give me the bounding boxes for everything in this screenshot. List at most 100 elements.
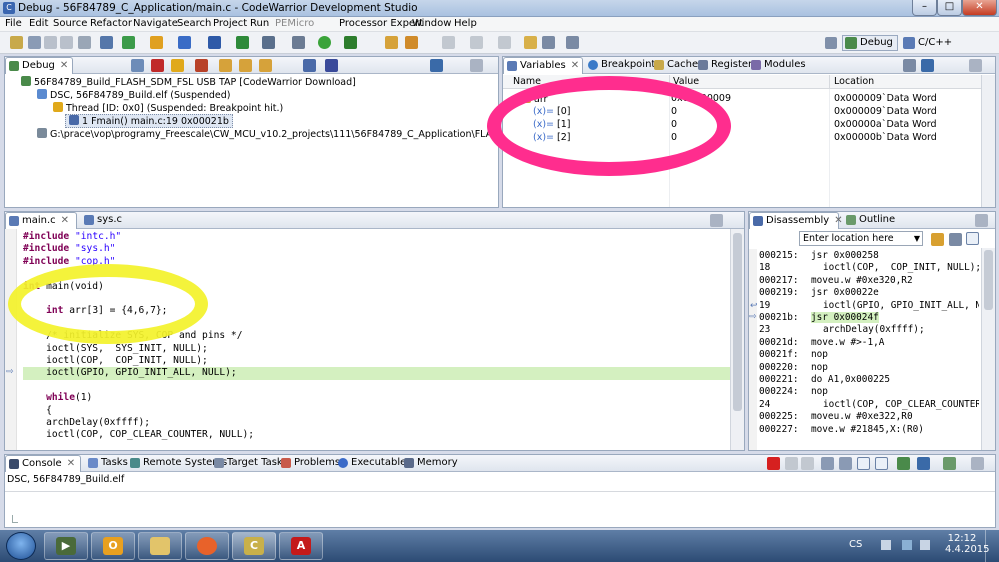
chevron-down-icon[interactable]: ▼ [914,232,920,245]
link-source-icon[interactable] [949,233,962,246]
save-icon[interactable] [28,36,41,49]
open-type-icon[interactable] [385,36,398,49]
flash-icon[interactable] [178,36,191,49]
disassembly-line[interactable]: 000221: do A1,0x000225 [759,374,979,386]
clear-console-icon[interactable] [821,457,834,470]
disassembly-line[interactable]: 24 ioctl(COP, COP_CLEAR_COUNTER, NULL); [759,399,979,411]
taskbar-terminal[interactable]: ▶ [44,532,88,560]
menu-run[interactable]: Run [250,18,269,29]
terminate-icon[interactable] [767,457,780,470]
remove-all-icon[interactable] [801,457,814,470]
minimize-view-icon[interactable] [969,59,982,72]
disconnect-icon[interactable] [195,59,208,72]
code-line[interactable]: while(1) [23,392,731,404]
suspend-icon[interactable] [171,59,184,72]
disassembly-line[interactable]: 00021f: nop [759,349,979,361]
memory-icon[interactable] [236,36,249,49]
refresh-icon[interactable] [100,36,113,49]
tab-variables[interactable]: Variables ✕ [503,57,583,74]
prev-annotation-icon[interactable] [498,36,511,49]
disassembly-line[interactable]: 00021d: move.w #>-1,A [759,337,979,349]
tree-item-thread[interactable]: Thread [ID: 0x0] (Suspended: Breakpoint … [53,102,283,114]
show-stdout-icon[interactable] [857,457,870,470]
perspective-debug[interactable]: Debug [842,35,898,51]
editor-gutter[interactable] [5,229,17,450]
menu-refactor[interactable]: Refactor [90,18,132,29]
print-icon[interactable] [60,36,73,49]
disassembly-line[interactable]: 19 ioctl(GPIO, GPIO_INIT_ALL, NULL); [759,300,979,312]
tab-console[interactable]: Console ✕ [5,455,81,472]
menu-help[interactable]: Help [454,18,477,29]
close-icon[interactable]: ✕ [834,215,842,226]
menu-processor-expert[interactable]: Processor Expert [339,18,423,29]
disassembly-line[interactable]: 000217: moveu.w #0xe320,R2 [759,275,979,287]
close-icon[interactable]: ✕ [67,458,75,469]
menu-file[interactable]: File [5,18,22,29]
tab-tasks[interactable]: Tasks [85,455,132,472]
tab-disassembly[interactable]: Disassembly ✕ [749,212,843,229]
close-icon[interactable]: ✕ [61,215,69,226]
disassembly-gutter[interactable] [749,249,757,450]
disassembly-line[interactable]: 000227: move.w #21845,X:(R0) [759,424,979,436]
minimize-button[interactable]: – [912,0,937,16]
expand-icon[interactable] [921,59,934,72]
disassembly-area[interactable]: 000215: jsr 0x000258 18 ioctl(COP, COP_INIT… [759,250,979,450]
save-all-icon[interactable] [44,36,57,49]
minimize-view-icon[interactable] [710,214,723,227]
code-line[interactable]: #include "sys.h" [23,243,731,255]
network-icon[interactable] [902,540,912,550]
remove-launch-icon[interactable] [785,457,798,470]
minimize-view-icon[interactable] [975,214,988,227]
minimize-view-icon[interactable] [470,59,483,72]
column-location[interactable]: Location [834,76,874,87]
show-stderr-icon[interactable] [875,457,888,470]
tab-memory[interactable]: Memory [401,455,462,472]
tray-arrow-icon[interactable] [881,540,891,550]
location-input[interactable]: Enter location here ▼ [799,231,923,246]
tree-item-stack-frame[interactable]: 1 Fmain() main.c:19 0x00021b [65,114,233,128]
binary-icon[interactable] [208,36,221,49]
volume-icon[interactable] [920,540,930,550]
copy-icon[interactable] [78,36,91,49]
tab-main-c[interactable]: main.c ✕ [5,212,77,229]
open-console-icon[interactable] [943,457,956,470]
menu-source[interactable]: Source [53,18,87,29]
disassembly-line[interactable]: 000219: jsr 0x00022e [759,287,979,299]
resume-icon[interactable] [131,59,144,72]
menu-pemicro[interactable]: PEMicro [275,18,314,29]
go-location-icon[interactable] [931,233,944,246]
menu-navigate[interactable]: Navigate [133,18,178,29]
new-icon[interactable] [10,36,23,49]
debug-settings-icon[interactable] [292,36,305,49]
tab-outline[interactable]: Outline [843,212,899,229]
close-button[interactable]: ✕ [962,0,997,16]
show-source-icon[interactable] [966,232,979,245]
taskbar-explorer[interactable] [138,532,182,560]
disassembly-line[interactable]: 000225: moveu.w #0xe322,R0 [759,411,979,423]
code-line[interactable]: ioctl(SYS, SYS_INIT, NULL); [23,343,731,355]
pencil-icon[interactable] [405,36,418,49]
taskbar-acrobat[interactable]: A [279,532,323,560]
language-indicator[interactable]: CS [849,539,862,550]
disassembly-line[interactable]: 000215: jsr 0x000258 [759,250,979,262]
code-line[interactable]: { [23,405,731,417]
close-icon[interactable]: ✕ [60,60,68,71]
menu-project[interactable]: Project [213,18,247,29]
perspective-cpp[interactable]: C/C++ [900,35,952,51]
menu-edit[interactable]: Edit [29,18,48,29]
show-desktop-button[interactable] [985,530,999,562]
tree-item-target[interactable]: DSC, 56F84789_Build.elf (Suspended) [37,89,230,101]
menu-window[interactable]: Window [412,18,451,29]
start-button[interactable] [6,532,36,560]
code-line[interactable]: #include "intc.h" [23,231,731,243]
reset-icon[interactable] [303,59,316,72]
tree-item-launch[interactable]: 56F84789_Build_FLASH_SDM_FSL USB TAP [Co… [21,76,356,88]
minimize-view-icon[interactable] [971,457,984,470]
step-return-icon[interactable] [259,59,272,72]
annotation-icon[interactable] [442,36,455,49]
disassembly-scrollbar[interactable] [981,248,995,450]
code-line[interactable]: ioctl(GPIO, GPIO_INIT_ALL, NULL); [23,367,731,380]
collapse-all-icon[interactable] [430,59,443,72]
taskbar-outlook[interactable]: O [91,532,135,560]
code-line[interactable]: archDelay(0xffff); [23,417,731,429]
